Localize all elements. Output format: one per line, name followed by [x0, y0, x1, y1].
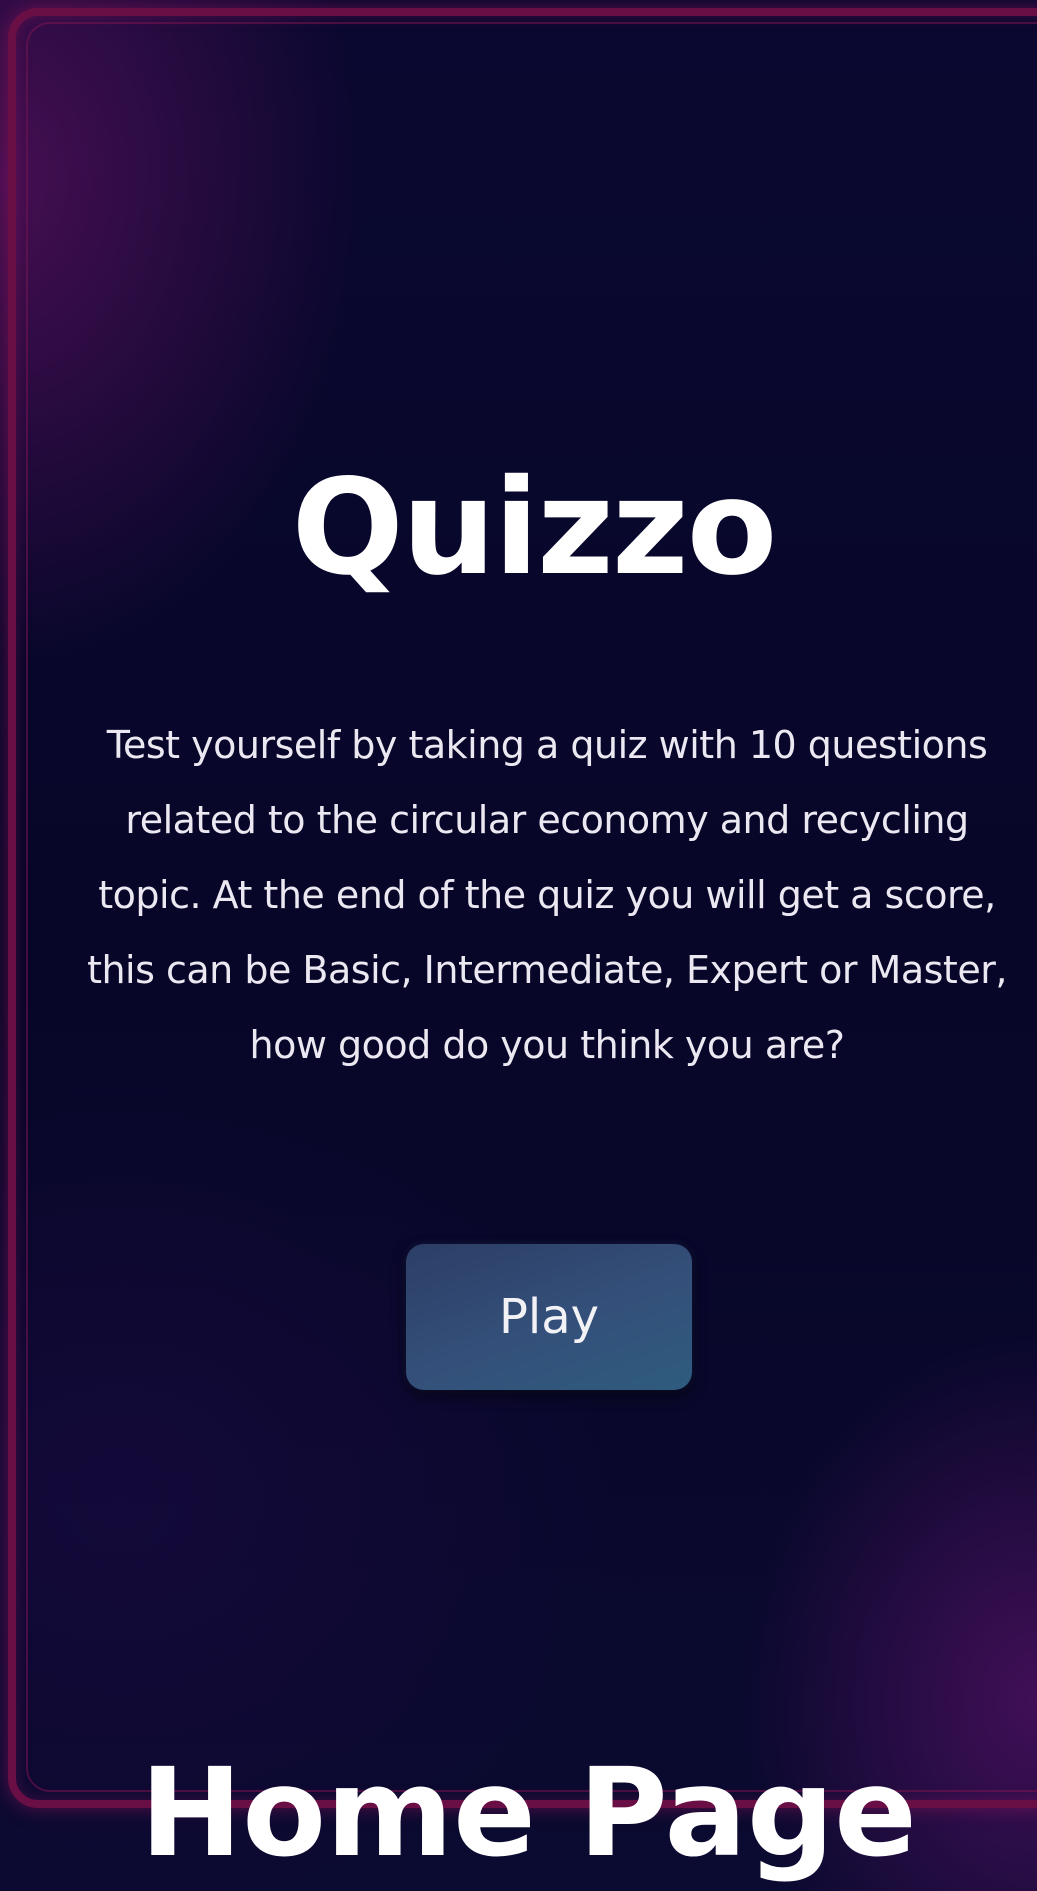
app-title: Quizzo [291, 451, 778, 605]
quiz-description: Test yourself by taking a quiz with 10 q… [87, 723, 1007, 1067]
home-screen: Quizzo Test yourself by taking a quiz wi… [0, 0, 1037, 1891]
play-button[interactable]: Play [406, 1244, 692, 1390]
page-caption: Home Page [140, 1742, 917, 1884]
